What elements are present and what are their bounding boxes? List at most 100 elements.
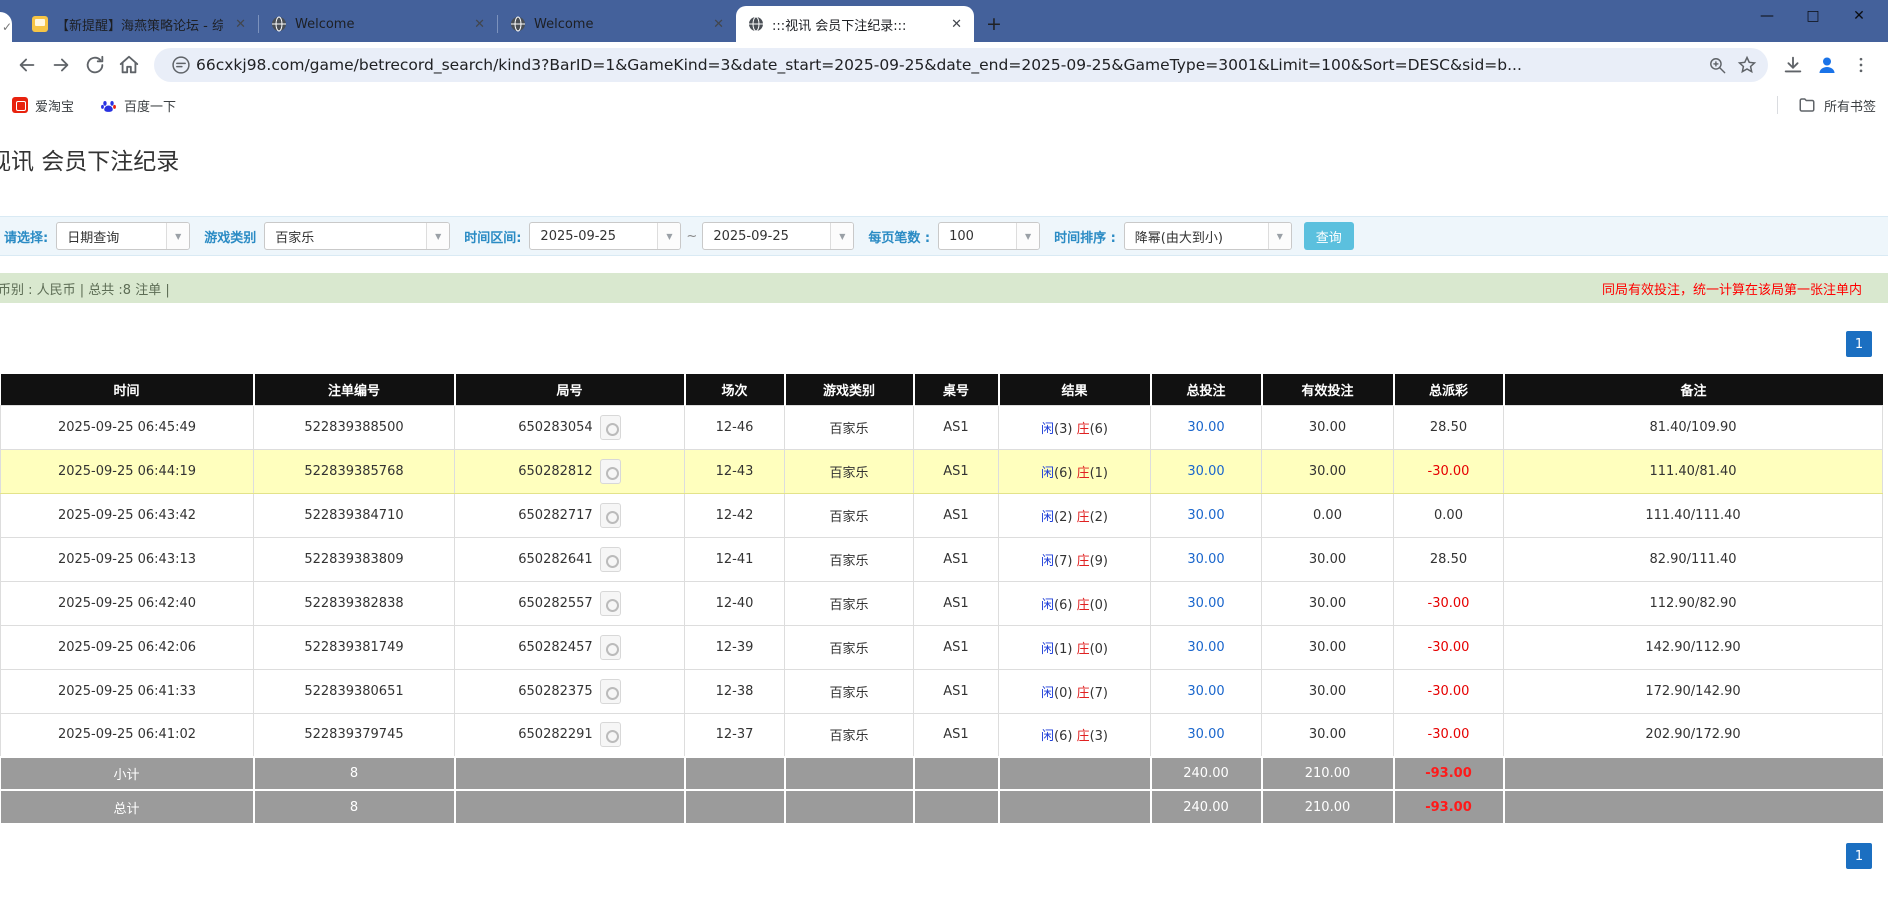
home-icon[interactable] xyxy=(112,48,146,82)
forum-favicon-icon xyxy=(32,16,48,32)
tab-welcome-1[interactable]: Welcome ✕ xyxy=(259,6,497,42)
per-page-select[interactable]: 100 ▼ xyxy=(938,222,1040,250)
cell-time: 2025-09-25 06:42:06 xyxy=(1,625,254,669)
cell-game-type: 百家乐 xyxy=(785,537,914,581)
cell-bet-id: 522839382838 xyxy=(254,581,455,625)
bookmark-baidu[interactable]: 百度一下 xyxy=(100,96,176,115)
cell-table-no: AS1 xyxy=(914,405,999,449)
date-start-select[interactable]: 2025-09-25 ▼ xyxy=(529,222,681,250)
total-bet-link[interactable]: 30.00 xyxy=(1187,552,1224,567)
table-row[interactable]: 2025-09-25 06:42:06 522839381749 6502824… xyxy=(1,625,1883,669)
table-row[interactable]: 2025-09-25 06:42:40 522839382838 6502825… xyxy=(1,581,1883,625)
column-header-valid-bet: 有效投注 xyxy=(1262,374,1394,405)
cell-result: 闲(6) 庄(1) xyxy=(999,449,1151,493)
chevron-down-icon[interactable]: ▼ xyxy=(166,223,189,249)
table-row[interactable]: 2025-09-25 06:44:19 522839385768 6502828… xyxy=(1,449,1883,493)
cell-note: 142.90/112.90 xyxy=(1504,625,1883,669)
cell-bet-id: 522839385768 xyxy=(254,449,455,493)
cell-game-type: 百家乐 xyxy=(785,625,914,669)
tab-forum[interactable]: 【新提醒】海燕策略论坛 - 综合 ✕ xyxy=(20,6,258,42)
video-replay-icon[interactable] xyxy=(600,415,621,440)
all-bookmarks[interactable]: 所有书签 xyxy=(1777,96,1876,115)
video-replay-icon[interactable] xyxy=(600,635,621,660)
reload-icon[interactable] xyxy=(78,48,112,82)
video-replay-icon[interactable] xyxy=(600,547,621,572)
pagination-page-1-bottom[interactable]: 1 xyxy=(1846,843,1872,869)
summary-valid-bet: 210.00 xyxy=(1262,757,1394,790)
cell-note: 112.90/82.90 xyxy=(1504,581,1883,625)
total-bet-link[interactable]: 30.00 xyxy=(1187,640,1224,655)
query-button[interactable]: 查询 xyxy=(1304,222,1354,250)
tab-title: :::视讯 会员下注纪录::: xyxy=(772,15,939,34)
new-tab-button[interactable]: + xyxy=(980,10,1008,38)
game-type-select[interactable]: 百家乐 ▼ xyxy=(264,222,450,250)
cell-valid-bet: 30.00 xyxy=(1262,449,1394,493)
tab-close-icon[interactable]: ✕ xyxy=(709,17,728,32)
cell-time: 2025-09-25 06:41:02 xyxy=(1,713,254,757)
sort-select[interactable]: 降幂(由大到小) ▼ xyxy=(1124,222,1292,250)
table-row[interactable]: 2025-09-25 06:43:13 522839383809 6502826… xyxy=(1,537,1883,581)
date-end-select[interactable]: 2025-09-25 ▼ xyxy=(702,222,854,250)
cell-total-bet: 30.00 xyxy=(1151,669,1262,713)
tab-welcome-2[interactable]: Welcome ✕ xyxy=(498,6,736,42)
select-type-label: 请选择: xyxy=(4,227,48,246)
video-replay-icon[interactable] xyxy=(600,503,621,528)
cell-round-id: 650282812 xyxy=(455,449,685,493)
profile-avatar-icon[interactable] xyxy=(1810,48,1844,82)
cell-table-no: AS1 xyxy=(914,493,999,537)
bookmark-taobao[interactable]: 爱淘宝 xyxy=(12,96,74,115)
tab-close-icon[interactable]: ✕ xyxy=(470,17,489,32)
url-text[interactable]: 66cxkj98.com/game/betrecord_search/kind3… xyxy=(196,56,1702,74)
video-replay-icon[interactable] xyxy=(600,722,621,747)
column-header-payout: 总派彩 xyxy=(1394,374,1504,405)
cell-table-no: AS1 xyxy=(914,669,999,713)
tab-bet-record-active[interactable]: :::视讯 会员下注纪录::: ✕ xyxy=(736,6,974,42)
video-replay-icon[interactable] xyxy=(600,591,621,616)
cell-note: 202.90/172.90 xyxy=(1504,713,1883,757)
video-replay-icon[interactable] xyxy=(600,679,621,704)
menu-dots-icon[interactable] xyxy=(1844,48,1878,82)
summary-valid-bet: 210.00 xyxy=(1262,790,1394,823)
tab-close-icon[interactable]: ✕ xyxy=(231,17,250,32)
globe-favicon-icon xyxy=(510,16,526,32)
total-bet-link[interactable]: 30.00 xyxy=(1187,684,1224,699)
window-minimize-button[interactable]: — xyxy=(1744,0,1790,32)
chevron-down-icon[interactable]: ▼ xyxy=(657,223,680,249)
per-page-label: 每页笔数 : xyxy=(868,227,930,246)
total-bet-link[interactable]: 30.00 xyxy=(1187,596,1224,611)
browser-toolbar: 66cxkj98.com/game/betrecord_search/kind3… xyxy=(0,42,1888,88)
pagination-page-1-top[interactable]: 1 xyxy=(1846,331,1872,357)
tab-close-icon[interactable]: ✕ xyxy=(947,17,966,32)
window-maximize-button[interactable]: □ xyxy=(1790,0,1836,32)
column-header-game-type: 游戏类别 xyxy=(785,374,914,405)
bookmark-star-icon[interactable] xyxy=(1732,50,1762,80)
total-bet-link[interactable]: 30.00 xyxy=(1187,727,1224,742)
total-bet-link[interactable]: 30.00 xyxy=(1187,464,1224,479)
summary-empty xyxy=(999,757,1151,790)
chevron-down-icon[interactable]: ▼ xyxy=(830,223,853,249)
table-row[interactable]: 2025-09-25 06:41:33 522839380651 6502823… xyxy=(1,669,1883,713)
table-row[interactable]: 2025-09-25 06:41:02 522839379745 6502822… xyxy=(1,713,1883,757)
chevron-down-icon[interactable]: ▼ xyxy=(1268,223,1291,249)
downloads-icon[interactable] xyxy=(1776,48,1810,82)
query-type-select[interactable]: 日期查询 ▼ xyxy=(56,222,190,250)
site-settings-icon[interactable] xyxy=(166,50,196,80)
total-bet-link[interactable]: 30.00 xyxy=(1187,420,1224,435)
cell-game-type: 百家乐 xyxy=(785,449,914,493)
total-bet-link[interactable]: 30.00 xyxy=(1187,508,1224,523)
forward-icon[interactable] xyxy=(44,48,78,82)
back-icon[interactable] xyxy=(10,48,44,82)
cell-result: 闲(7) 庄(9) xyxy=(999,537,1151,581)
zoom-icon[interactable] xyxy=(1702,50,1732,80)
chevron-down-icon[interactable]: ▼ xyxy=(1016,223,1039,249)
clipped-tab-stub[interactable]: ✓ xyxy=(0,12,12,42)
url-bar[interactable]: 66cxkj98.com/game/betrecord_search/kind3… xyxy=(154,48,1768,82)
summary-empty xyxy=(914,790,999,823)
video-replay-icon[interactable] xyxy=(600,459,621,484)
summary-total-bet: 240.00 xyxy=(1151,757,1262,790)
window-close-button[interactable]: ✕ xyxy=(1836,0,1882,32)
table-row[interactable]: 2025-09-25 06:45:49 522839388500 6502830… xyxy=(1,405,1883,449)
chevron-down-icon[interactable]: ▼ xyxy=(426,223,449,249)
table-row[interactable]: 2025-09-25 06:43:42 522839384710 6502827… xyxy=(1,493,1883,537)
cell-valid-bet: 30.00 xyxy=(1262,713,1394,757)
